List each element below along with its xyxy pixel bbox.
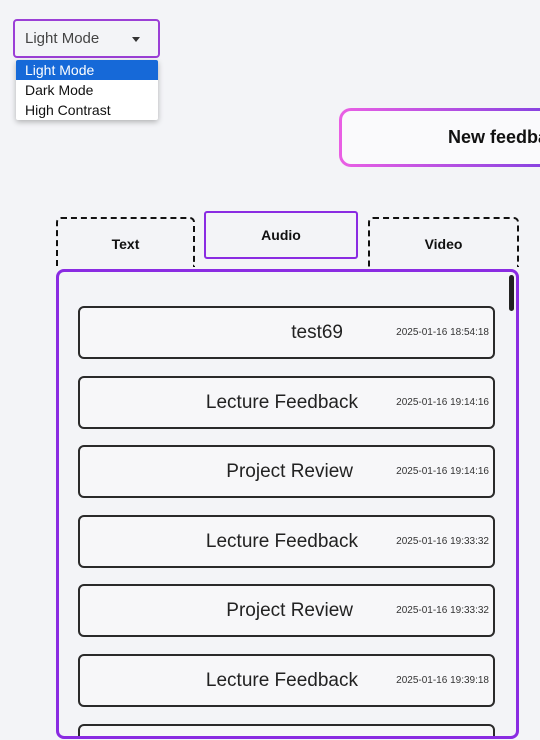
list-item[interactable]: Lecture Feedback 2025-01-16 19:39:18 xyxy=(78,654,495,707)
list-item-title: Lecture Feedback xyxy=(205,531,358,552)
tab-audio[interactable]: Audio xyxy=(204,211,358,259)
list-item[interactable]: test69 2025-01-16 18:54:18 xyxy=(78,306,495,359)
scrollbar-thumb[interactable] xyxy=(509,275,514,311)
list-item-title: Project Review xyxy=(226,600,353,621)
theme-option-dark[interactable]: Dark Mode xyxy=(16,80,158,100)
theme-option-high-contrast[interactable]: High Contrast xyxy=(16,100,158,120)
tab-text[interactable]: Text xyxy=(56,217,195,267)
list-item[interactable]: Lecture Feedback 2025-01-16 19:14:16 xyxy=(78,376,495,429)
list-item-title: Lecture Feedback xyxy=(205,670,358,691)
list-item-title: test69 xyxy=(291,322,343,343)
list-item-timestamp: 2025-01-16 19:39:18 xyxy=(396,675,489,686)
theme-select-value: Light Mode xyxy=(25,30,100,47)
theme-select[interactable]: Light Mode xyxy=(13,19,160,58)
list-item-timestamp: 2025-01-16 18:54:18 xyxy=(396,327,489,338)
list-item[interactable] xyxy=(78,724,495,736)
list-item-title: Lecture Feedback xyxy=(205,392,358,413)
list-item-timestamp: 2025-01-16 19:14:16 xyxy=(396,397,489,408)
list-item-timestamp: 2025-01-16 19:33:32 xyxy=(396,605,489,616)
list-item-title: Project Review xyxy=(226,461,353,482)
list-item[interactable]: Project Review 2025-01-16 19:33:32 xyxy=(78,584,495,637)
theme-dropdown-list: Light Mode Dark Mode High Contrast xyxy=(16,60,158,120)
list-item[interactable]: Lecture Feedback 2025-01-16 19:33:32 xyxy=(78,515,495,568)
feedback-list-panel: test69 2025-01-16 18:54:18 Lecture Feedb… xyxy=(56,269,519,739)
tab-video[interactable]: Video xyxy=(368,217,519,267)
list-item-timestamp: 2025-01-16 19:33:32 xyxy=(396,536,489,547)
list-item[interactable]: Project Review 2025-01-16 19:14:16 xyxy=(78,445,495,498)
chevron-down-icon xyxy=(132,37,140,42)
new-feedback-button[interactable]: New feedback xyxy=(339,108,540,167)
list-item-timestamp: 2025-01-16 19:14:16 xyxy=(396,466,489,477)
page: Light Mode Light Mode Dark Mode High Con… xyxy=(0,0,540,740)
theme-option-light[interactable]: Light Mode xyxy=(16,60,158,80)
